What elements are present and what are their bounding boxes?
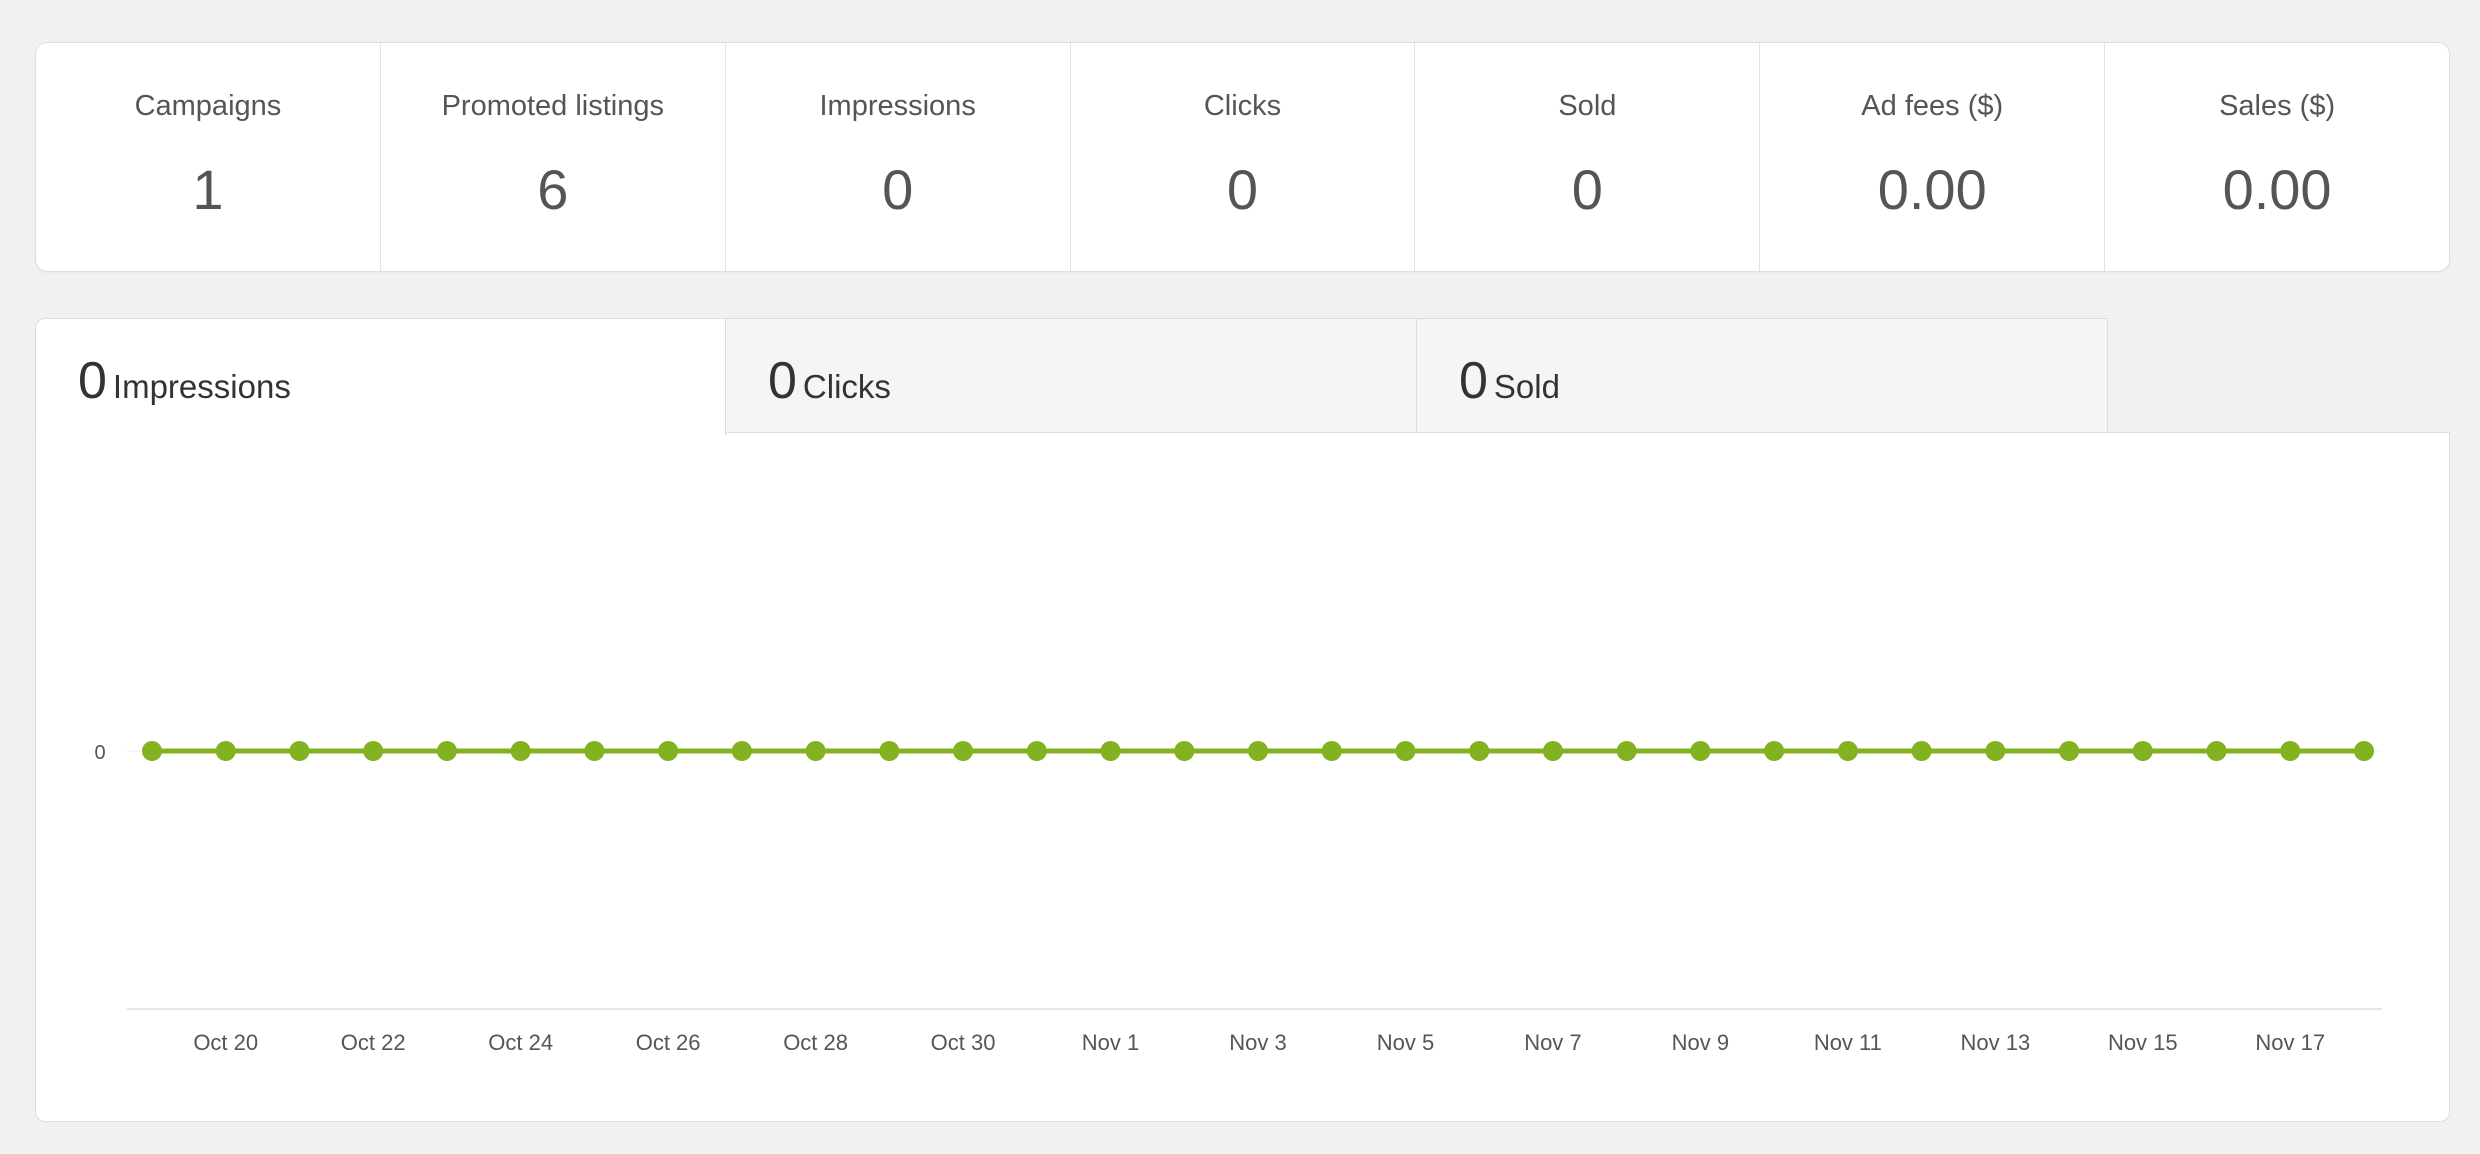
data-point [584,741,605,761]
data-point [2280,741,2301,761]
x-tick-label: Nov 9 [1672,1030,1729,1055]
stat-label: Sales ($) [2219,90,2336,122]
data-point [805,741,826,761]
tab-clicks[interactable]: 0 Clicks [726,318,1417,434]
x-tick-label: Nov 17 [2255,1030,2325,1055]
stat-ad-fees: Ad fees ($) 0.00 [1760,43,2106,271]
x-tick-label: Oct 26 [636,1030,701,1055]
data-point [289,741,310,761]
data-point [1026,741,1047,761]
summary-stats-bar: Campaigns 1 Promoted listings 6 Impressi… [35,42,2450,272]
data-point [1837,741,1858,761]
data-point [2059,741,2080,761]
stat-promoted-listings: Promoted listings 6 [381,43,726,271]
tab-sold[interactable]: 0 Sold [1417,318,2108,434]
stat-value: 0.00 [1877,158,1987,221]
data-point [879,741,900,761]
x-tick-label: Oct 22 [341,1030,406,1055]
stat-label: Ad fees ($) [1861,90,2004,122]
x-tick-label: Nov 1 [1082,1030,1139,1055]
stat-label: Impressions [819,90,976,122]
data-point [363,741,384,761]
data-point [510,741,531,761]
tab-label: Clicks [802,368,891,405]
tab-count: 0 [1459,352,1488,410]
data-point [2206,741,2227,761]
y-tick-label: 0 [94,742,105,764]
stat-value: 0 [1571,158,1603,221]
data-point [1321,741,1342,761]
stat-clicks: Clicks 0 [1071,43,1416,271]
x-tick-label: Nov 7 [1524,1030,1581,1055]
data-point [1469,741,1490,761]
data-point [1690,741,1711,761]
x-tick-label: Nov 13 [1960,1030,2030,1055]
stat-label: Promoted listings [441,90,664,122]
stat-value: 1 [192,158,224,221]
data-point [215,741,236,761]
x-tick-label: Oct 24 [488,1030,553,1055]
data-point [1985,741,2006,761]
stat-impressions: Impressions 0 [726,43,1071,271]
stat-value: 6 [537,158,569,221]
data-point [1911,741,1932,761]
tab-count: 0 [768,352,797,410]
data-point [1542,741,1563,761]
metric-tabs: 0 Impressions 0 Clicks 0 Sold [35,318,2108,436]
data-point [731,741,752,761]
data-point [2354,741,2374,761]
data-point [1616,741,1637,761]
chart-panel: 0 Oct 20 Oct 22 Oct 24 Oct 26 Oct 28 Oct 30 Nov… [35,432,2450,1122]
data-point [1100,741,1121,761]
tab-label: Sold [1493,368,1560,405]
x-tick-label: Nov 5 [1377,1030,1434,1055]
x-tick-label: Nov 11 [1814,1030,1882,1055]
tab-label: Impressions [112,368,291,405]
data-point [1764,741,1785,761]
data-point [1174,741,1195,761]
data-point [436,741,457,761]
x-tick-label: Oct 28 [783,1030,848,1055]
data-point [1248,741,1268,761]
stat-label: Campaigns [134,90,282,122]
data-point [142,741,162,761]
stat-value: 0 [1226,158,1259,221]
data-point [953,741,974,761]
data-point [1395,741,1416,761]
x-tick-label: Nov 15 [2108,1030,2178,1055]
x-tick-label: Oct 20 [193,1030,258,1055]
stat-label: Clicks [1203,90,1282,122]
stat-label: Sold [1558,90,1617,122]
x-tick-label: Nov 3 [1229,1030,1286,1055]
stat-sold: Sold 0 [1415,43,1761,271]
data-point [2132,741,2153,761]
x-tick-label: Oct 30 [931,1030,996,1055]
tab-count: 0 [78,352,107,410]
tab-impressions[interactable]: 0 Impressions [35,318,726,436]
impressions-line-chart: 0 Oct 20 Oct 22 Oct 24 Oct 26 Oct 28 Oct 30 Nov… [94,741,2382,1055]
stat-sales: Sales ($) 0.00 [2105,43,2449,271]
stat-value: 0.00 [2222,158,2332,221]
data-point [658,741,679,761]
stat-campaigns: Campaigns 1 [36,43,381,271]
stat-value: 0 [882,158,914,221]
